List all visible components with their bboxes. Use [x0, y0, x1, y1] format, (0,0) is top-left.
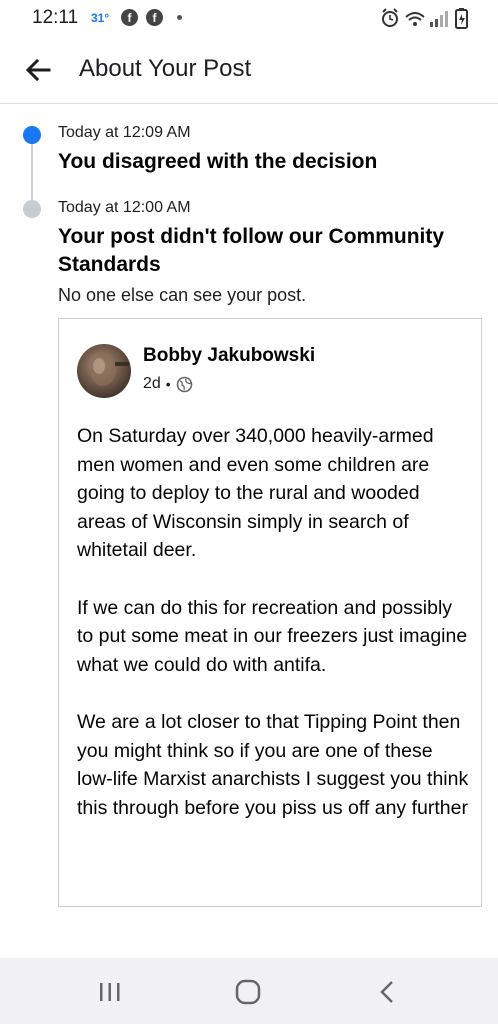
post-meta: 2d •	[143, 375, 193, 393]
timeline-connector	[31, 136, 33, 206]
signal-icon	[430, 11, 448, 27]
page-title: About Your Post	[79, 55, 252, 82]
back-arrow-icon[interactable]	[24, 56, 52, 84]
timeline-dot-inactive	[23, 200, 41, 218]
status-bar: 12:11 31° f f	[0, 0, 498, 36]
alarm-icon	[382, 8, 398, 27]
facebook-icon: f	[121, 9, 138, 26]
post-card: Bobby Jakubowski 2d • On Saturday over 3…	[58, 318, 482, 907]
post-body: On Saturday over 340,000 heavily-armed m…	[77, 422, 473, 851]
avatar[interactable]	[77, 344, 131, 398]
facebook-icon: f	[146, 9, 163, 26]
post-paragraph: If we can do this for recreation and pos…	[77, 596, 468, 676]
timeline-time: Today at 12:09 AM	[58, 124, 191, 141]
post-age[interactable]: 2d	[143, 375, 161, 393]
timeline-time: Today at 12:00 AM	[58, 199, 191, 216]
post-paragraph: On Saturday over 340,000 heavily-armed m…	[77, 425, 434, 562]
post-author[interactable]: Bobby Jakubowski	[143, 345, 315, 367]
system-nav-bar	[0, 958, 498, 1024]
back-icon[interactable]	[373, 979, 403, 1005]
app-header: About Your Post	[0, 36, 498, 104]
recent-apps-icon[interactable]	[95, 979, 125, 1005]
timeline-subtitle: No one else can see your post.	[58, 285, 307, 305]
globe-icon	[176, 376, 193, 392]
wifi-icon	[405, 12, 425, 26]
more-notifications-dot	[177, 15, 182, 20]
home-icon[interactable]	[233, 979, 263, 1005]
timeline-dot-active	[23, 126, 41, 144]
battery-icon	[455, 8, 468, 29]
timeline-title: Your post didn't follow our Community St…	[58, 225, 445, 276]
meta-separator: •	[165, 376, 171, 392]
status-icons	[382, 8, 468, 29]
post-paragraph: We are a lot closer to that Tipping Poin…	[77, 710, 469, 819]
status-temperature: 31°	[91, 11, 110, 25]
timeline-title: You disagreed with the decision	[58, 150, 378, 173]
status-time: 12:11	[32, 7, 79, 28]
